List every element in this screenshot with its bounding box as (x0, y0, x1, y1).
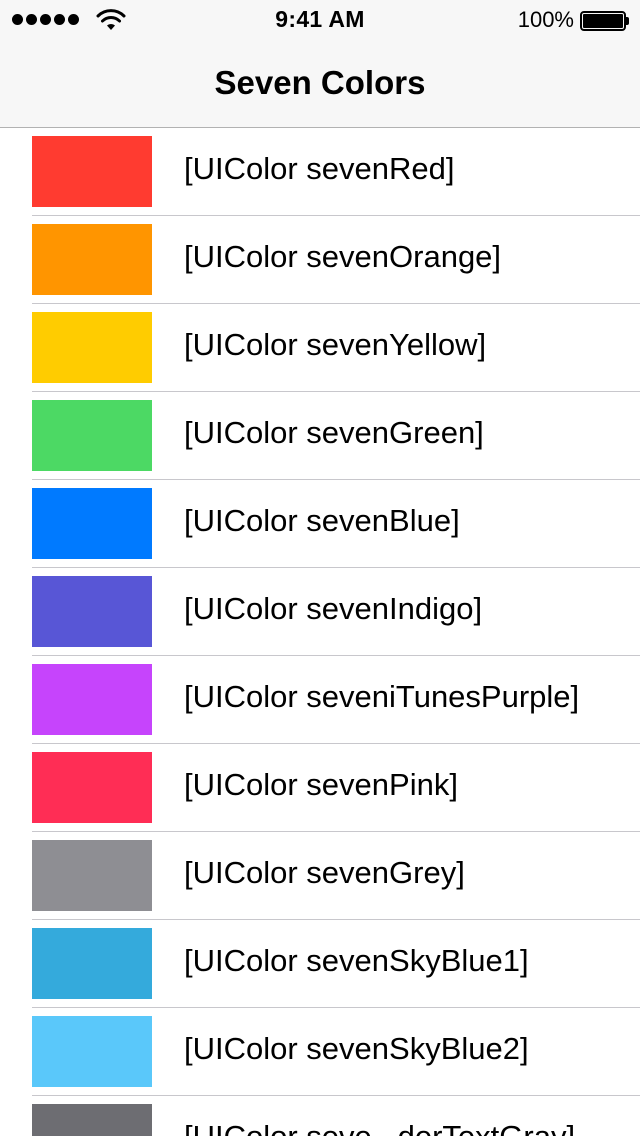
table-row[interactable]: [UIColor sevenBlue] (0, 480, 640, 568)
table-row[interactable]: [UIColor sevenSkyBlue2] (0, 1008, 640, 1096)
color-label: [UIColor sevenSkyBlue1] (184, 943, 529, 978)
color-label: [UIColor sevenBlue] (184, 503, 460, 538)
page-title: Seven Colors (214, 64, 426, 101)
color-swatch (32, 1104, 152, 1136)
color-swatch (32, 928, 152, 999)
color-label: [UIColor seveniTunesPurple] (184, 679, 580, 714)
color-swatch (32, 1016, 152, 1087)
table-row[interactable]: [UIColor sevenYellow] (0, 304, 640, 392)
color-label: [UIColor seve...derTextGray] (184, 1119, 575, 1136)
color-table[interactable]: [UIColor sevenRed] [UIColor sevenOrange] [… (0, 128, 640, 1136)
color-swatch (32, 400, 152, 471)
battery-icon (580, 11, 630, 31)
color-swatch (32, 840, 152, 911)
color-label: [UIColor sevenGreen] (184, 415, 484, 450)
status-bar: 9:41 AM 100% (0, 0, 640, 40)
table-row[interactable]: [UIColor sevenRed] (0, 128, 640, 216)
table-row[interactable]: [UIColor sevenIndigo] (0, 568, 640, 656)
table-row[interactable]: [UIColor sevenGreen] (0, 392, 640, 480)
color-swatch (32, 576, 152, 647)
table-row[interactable]: [UIColor sevenSkyBlue1] (0, 920, 640, 1008)
table-row[interactable]: [UIColor seveniTunesPurple] (0, 656, 640, 744)
color-label: [UIColor sevenPink] (184, 767, 458, 802)
color-label: [UIColor sevenRed] (184, 151, 455, 186)
table-row[interactable]: [UIColor seve...derTextGray] (0, 1096, 640, 1136)
color-swatch (32, 136, 152, 207)
color-label: [UIColor sevenYellow] (184, 327, 487, 362)
color-label: [UIColor sevenGrey] (184, 855, 465, 890)
table-row[interactable]: [UIColor sevenPink] (0, 744, 640, 832)
screen: 9:41 AM 100% Seven Colors [UIColor seven… (0, 0, 640, 1136)
color-swatch (32, 664, 152, 735)
battery-percentage: 100% (517, 7, 574, 32)
color-swatch (32, 312, 152, 383)
color-swatch (32, 224, 152, 295)
table-row[interactable]: [UIColor sevenOrange] (0, 216, 640, 304)
color-label: [UIColor sevenOrange] (184, 239, 502, 274)
color-swatch (32, 488, 152, 559)
color-swatch (32, 752, 152, 823)
color-label: [UIColor sevenSkyBlue2] (184, 1031, 529, 1066)
table-row[interactable]: [UIColor sevenGrey] (0, 832, 640, 920)
color-label: [UIColor sevenIndigo] (184, 591, 483, 626)
navigation-bar: Seven Colors (0, 40, 640, 128)
